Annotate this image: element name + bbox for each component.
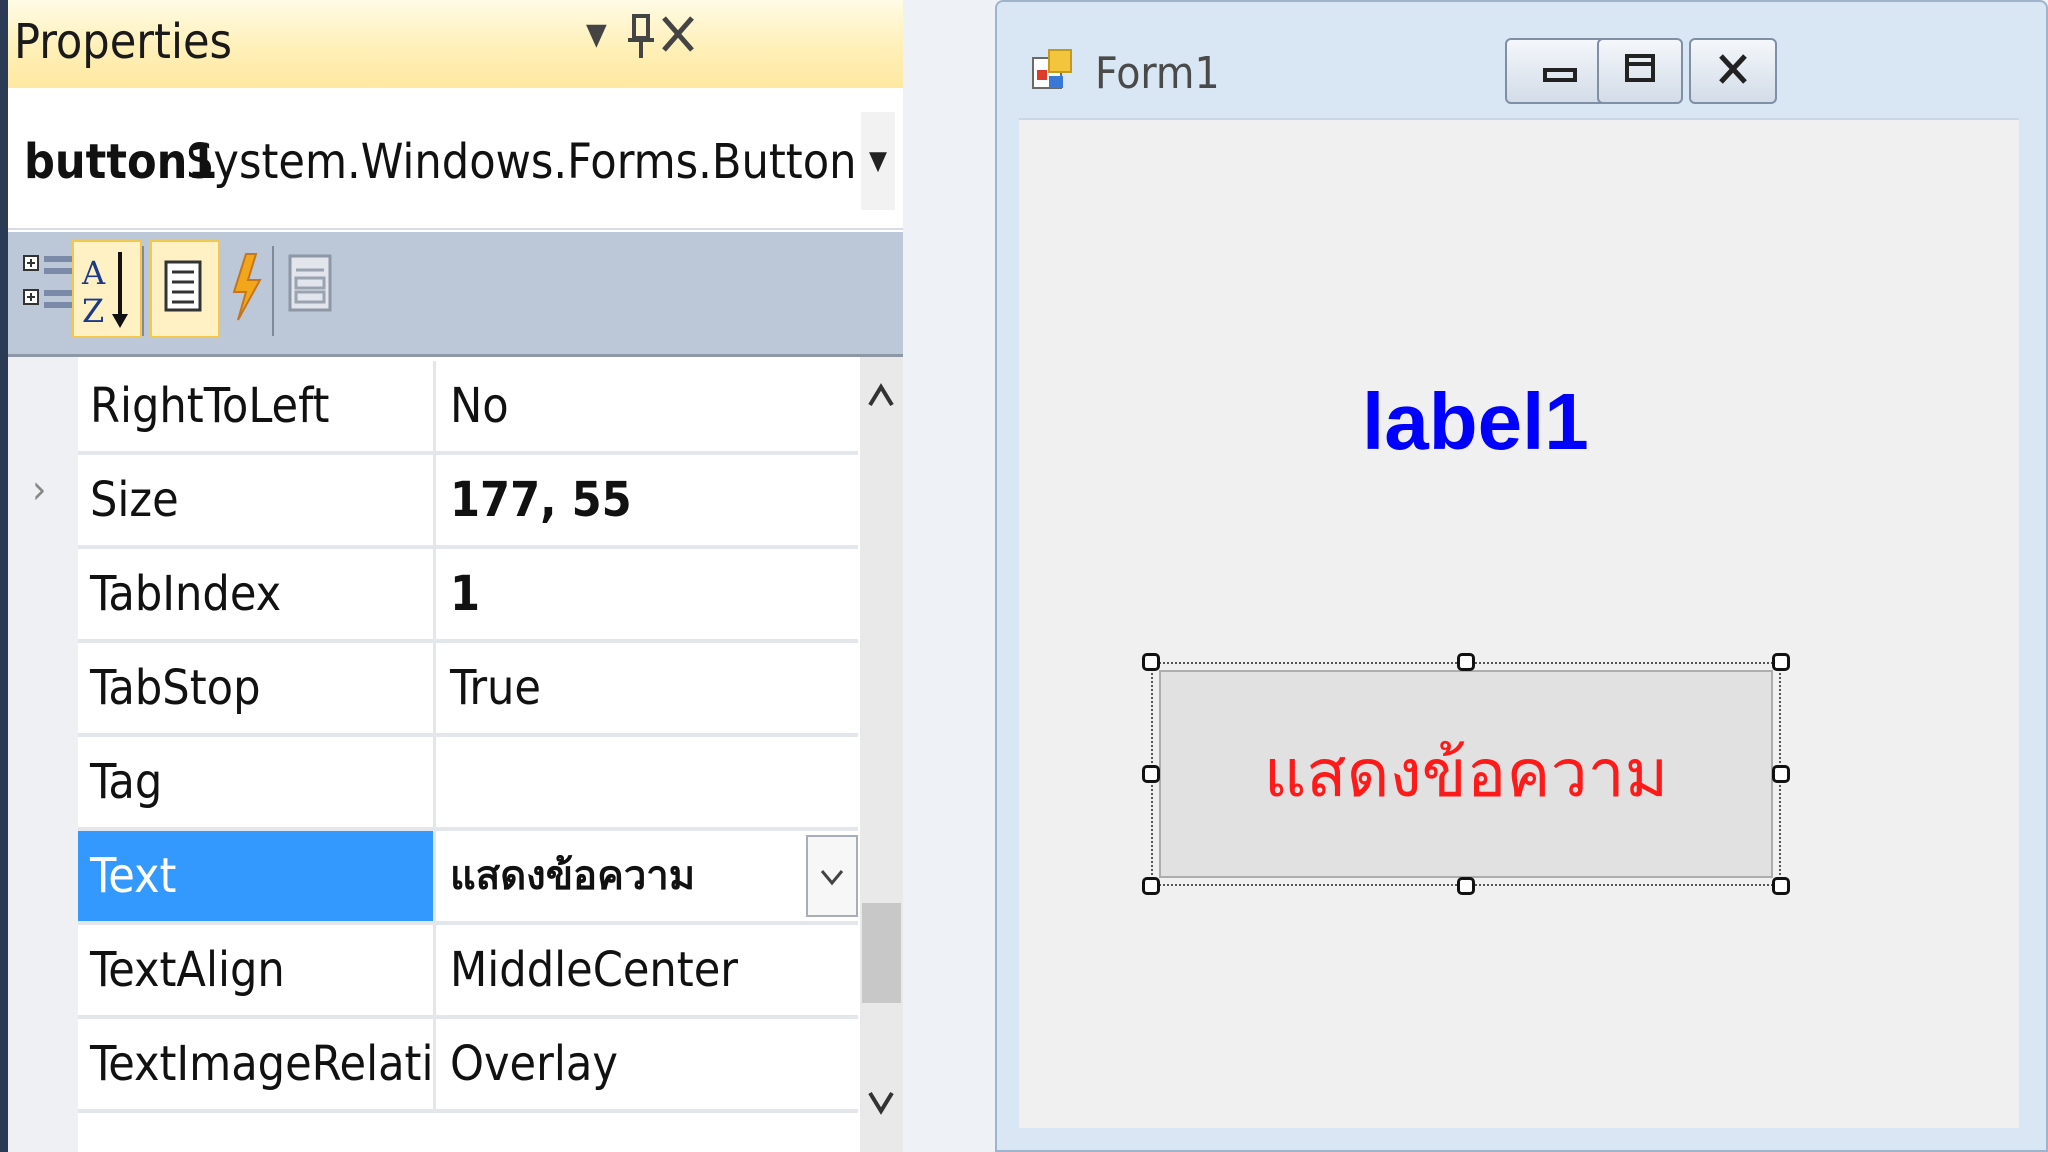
scroll-up-icon[interactable] (866, 381, 896, 417)
resize-handle-n[interactable] (1457, 653, 1475, 671)
property-value[interactable]: MiddleCenter (436, 925, 858, 1015)
scrollbar-thumb[interactable] (862, 903, 901, 1003)
resize-handle-se[interactable] (1772, 877, 1790, 895)
property-row-text[interactable]: Text แสดงข้อความ (78, 831, 858, 925)
property-name: Tag (78, 737, 436, 827)
property-value[interactable]: 177, 55 (436, 455, 858, 545)
property-grid: › RightToLeft No Size 177, 55 TabIndex 1… (8, 357, 903, 1152)
resize-handle-s[interactable] (1457, 877, 1475, 895)
events-button[interactable] (216, 240, 286, 338)
toolbar-separator (142, 246, 144, 336)
resize-handle-ne[interactable] (1772, 653, 1790, 671)
close-button[interactable] (1689, 38, 1777, 104)
property-name: TextImageRelation (78, 1019, 436, 1109)
property-row-tabindex[interactable]: TabIndex 1 (78, 549, 858, 643)
property-name: Size (78, 455, 436, 545)
property-value[interactable]: แสดงข้อความ (436, 831, 858, 921)
form-icon (1031, 46, 1077, 94)
property-pages-button[interactable] (280, 240, 350, 338)
svg-text:Z: Z (82, 292, 104, 330)
property-row-size[interactable]: Size 177, 55 (78, 455, 858, 549)
properties-toolbar: A Z (8, 232, 903, 357)
maximize-icon (1625, 54, 1655, 82)
pin-icon[interactable] (626, 14, 656, 68)
chevron-down-icon[interactable]: ▼ (861, 112, 895, 210)
close-icon[interactable] (660, 14, 696, 62)
button1-selection[interactable]: แสดงข้อความ (1142, 653, 1790, 895)
property-pages-icon (288, 254, 332, 312)
property-name: TabIndex (78, 549, 436, 639)
form-title: Form1 (1095, 48, 1220, 99)
property-value[interactable]: 1 (436, 549, 858, 639)
svg-text:A: A (81, 254, 106, 292)
form1-window[interactable]: Form1 label1 แสดงข้อความ (995, 0, 2048, 1152)
property-name: RightToLeft (78, 361, 436, 451)
property-value[interactable]: Overlay (436, 1019, 858, 1109)
property-value[interactable] (436, 737, 858, 827)
dropdown-arrow-icon[interactable]: ▼ (586, 20, 607, 50)
button1-text: แสดงข้อความ (1263, 735, 1669, 812)
close-icon (1719, 54, 1747, 84)
property-row-tag[interactable]: Tag (78, 737, 858, 831)
property-name: Text (78, 831, 436, 921)
row-divider (78, 1109, 858, 1113)
chevron-down-icon (820, 870, 844, 886)
vertical-scrollbar[interactable] (860, 357, 903, 1152)
property-value[interactable]: No (436, 361, 858, 451)
label1[interactable]: label1 (1362, 376, 1589, 468)
toolbar-separator (272, 246, 274, 336)
property-row-tabstop[interactable]: TabStop True (78, 643, 858, 737)
properties-title: Properties (14, 14, 233, 70)
resize-handle-e[interactable] (1772, 765, 1790, 783)
form-designer-surface: Form1 label1 แสดงข้อความ (903, 0, 2048, 1152)
properties-title-bar: Properties ▼ (8, 0, 903, 88)
properties-view-button[interactable] (150, 240, 220, 338)
property-row-textalign[interactable]: TextAlign MiddleCenter (78, 925, 858, 1019)
property-row-righttoleft[interactable]: RightToLeft No (78, 361, 858, 455)
resize-handle-w[interactable] (1142, 765, 1160, 783)
form-client-area[interactable]: label1 แสดงข้อความ (1019, 118, 2019, 1128)
resize-handle-sw[interactable] (1142, 877, 1160, 895)
property-name: TabStop (78, 643, 436, 733)
property-name: TextAlign (78, 925, 436, 1015)
properties-icon (164, 260, 202, 312)
resize-handle-nw[interactable] (1142, 653, 1160, 671)
property-value[interactable]: True (436, 643, 858, 733)
alphabetical-button[interactable]: A Z (72, 240, 142, 338)
alphabetical-sort-icon: A Z (81, 252, 128, 330)
value-dropdown-button[interactable] (806, 835, 858, 917)
scroll-down-icon[interactable] (866, 1087, 896, 1123)
expand-chevron-icon[interactable]: › (32, 467, 46, 513)
object-selector[interactable]: button1 System.Windows.Forms.Button ▼ (8, 98, 903, 230)
properties-panel: Properties ▼ button1 System.Windows.Form… (8, 0, 903, 1152)
property-row-textimagerelation[interactable]: TextImageRelation Overlay (78, 1019, 858, 1113)
object-type: System.Windows.Forms.Button (186, 134, 857, 190)
maximize-button[interactable] (1597, 38, 1683, 104)
